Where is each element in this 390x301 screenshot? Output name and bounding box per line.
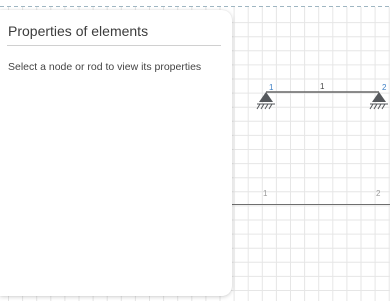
axis-tick-label-1: 1: [263, 189, 268, 198]
axis-tick-label-2: 2: [376, 189, 381, 198]
app-root: 1 1 2 1 2 Properties of elements Select …: [0, 0, 390, 301]
node-label-1: 1: [269, 83, 274, 92]
node-1[interactable]: 1: [256, 83, 275, 110]
panel-hint-text: Select a node or rod to view its propert…: [8, 61, 202, 73]
properties-panel: Properties of elements Select a node or …: [0, 10, 232, 296]
panel-title: Properties of elements: [8, 23, 149, 39]
node-label-2: 2: [382, 83, 387, 92]
ground-hatch-2-icon: [369, 103, 386, 110]
ground-hatch-1-icon: [256, 103, 273, 110]
node-2[interactable]: 2: [369, 83, 388, 110]
panel-divider: [7, 45, 221, 46]
rod-label-1: 1: [320, 82, 325, 91]
